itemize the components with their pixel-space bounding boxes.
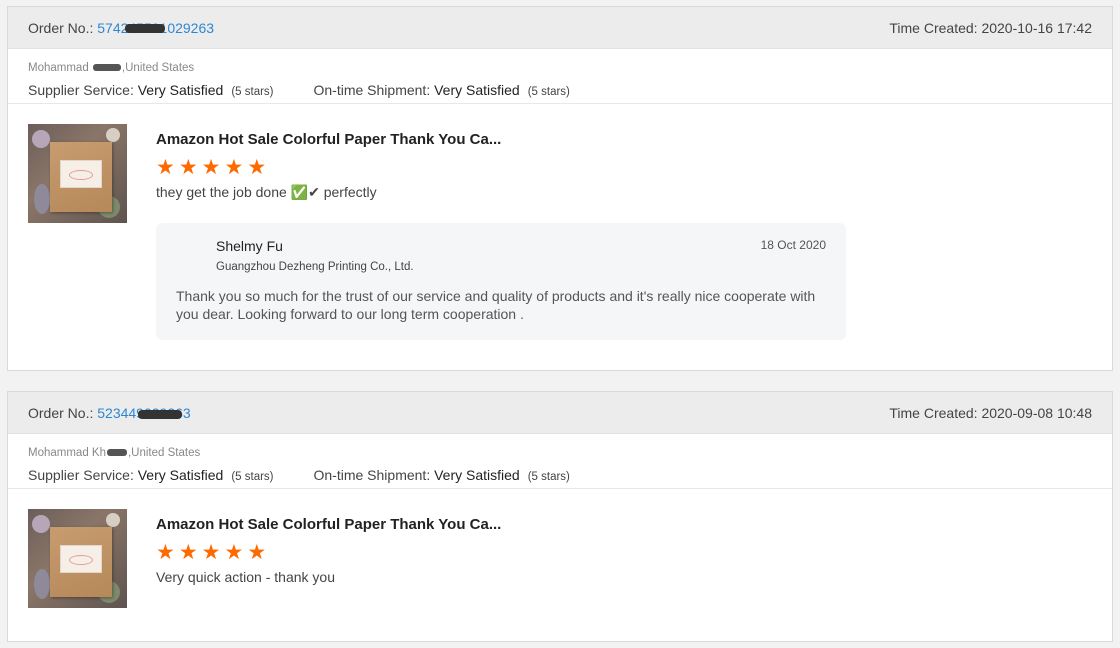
supplier-service-rating: Supplier Service: Very Satisfied (5 stars… [28,82,274,98]
order-label: Order No.: [28,19,94,36]
reply-text: Thank you so much for the trust of our s… [176,288,816,322]
star-icon: ★ [178,156,198,179]
star-icon: ★ [156,541,175,564]
star-icon: ★ [178,541,198,564]
order-label: Order No.: [28,404,94,421]
order-meta: Mohammad ,United States Supplier Service… [8,49,1112,104]
star-icon: ★ [247,541,267,564]
order-number-link[interactable]: 523449029263 [97,405,190,421]
buyer-info: Mohammad ,United States [28,62,195,74]
supplier-reply: Shelmy Fu Guangzhou Dezheng Printing Co.… [156,223,846,340]
order-card: Order No.: 523449029263 Time Created: 20… [7,391,1113,642]
review-text: they get the job done ✅✔ perfectly [156,184,377,200]
reply-author: Shelmy Fu [216,238,283,254]
rating-stars: ★ ★ ★ ★ ★ [156,541,1092,564]
redaction-mark [138,409,183,419]
product-title[interactable]: Amazon Hot Sale Colorful Paper Thank You… [156,131,1092,148]
star-icon: ★ [201,156,221,179]
order-header: Order No.: 523449029263 Time Created: 20… [8,392,1112,434]
time-created-value: 2020-10-16 17:42 [981,19,1092,36]
order-meta: Mohammad Kh ,United States Supplier Servi… [8,434,1112,489]
reply-date: 18 Oct 2020 [760,238,826,252]
review-body: Amazon Hot Sale Colorful Paper Thank You… [8,489,1112,608]
service-ratings: Supplier Service: Very Satisfied (5 stars… [28,82,1092,98]
order-number-row: Order No.: 523449029263 [28,405,191,421]
redaction-mark [125,23,166,33]
shipment-rating: On-time Shipment: Very Satisfied (5 stars… [313,467,570,483]
rating-stars: ★ ★ ★ ★ ★ [156,156,1092,179]
reply-company: Guangzhou Dezheng Printing Co., Ltd. [216,261,414,273]
time-created-value: 2020-09-08 10:48 [981,404,1092,421]
buyer-info: Mohammad Kh ,United States [28,447,201,459]
review-text: Very quick action - thank you [156,569,335,585]
order-number-row: Order No.: 574245501029263 [28,20,214,36]
time-created: Time Created: 2020-10-16 17:42 [889,19,1092,36]
star-icon: ★ [201,541,221,564]
product-thumbnail[interactable] [28,509,127,608]
star-icon: ★ [224,541,244,564]
star-icon: ★ [156,156,175,179]
shipment-rating: On-time Shipment: Very Satisfied (5 stars… [313,82,570,98]
redaction-mark [92,64,121,72]
time-created: Time Created: 2020-09-08 10:48 [889,404,1092,421]
star-icon: ★ [224,156,244,179]
product-thumbnail[interactable] [28,124,127,223]
order-number-link[interactable]: 574245501029263 [97,20,214,36]
order-header: Order No.: 574245501029263 Time Created:… [8,7,1112,49]
star-icon: ★ [247,156,267,179]
redaction-mark [106,449,127,457]
product-title[interactable]: Amazon Hot Sale Colorful Paper Thank You… [156,516,1092,533]
supplier-service-rating: Supplier Service: Very Satisfied (5 stars… [28,467,274,483]
review-body: Amazon Hot Sale Colorful Paper Thank You… [8,104,1112,360]
order-card: Order No.: 574245501029263 Time Created:… [7,6,1113,371]
service-ratings: Supplier Service: Very Satisfied (5 stars… [28,467,1092,483]
